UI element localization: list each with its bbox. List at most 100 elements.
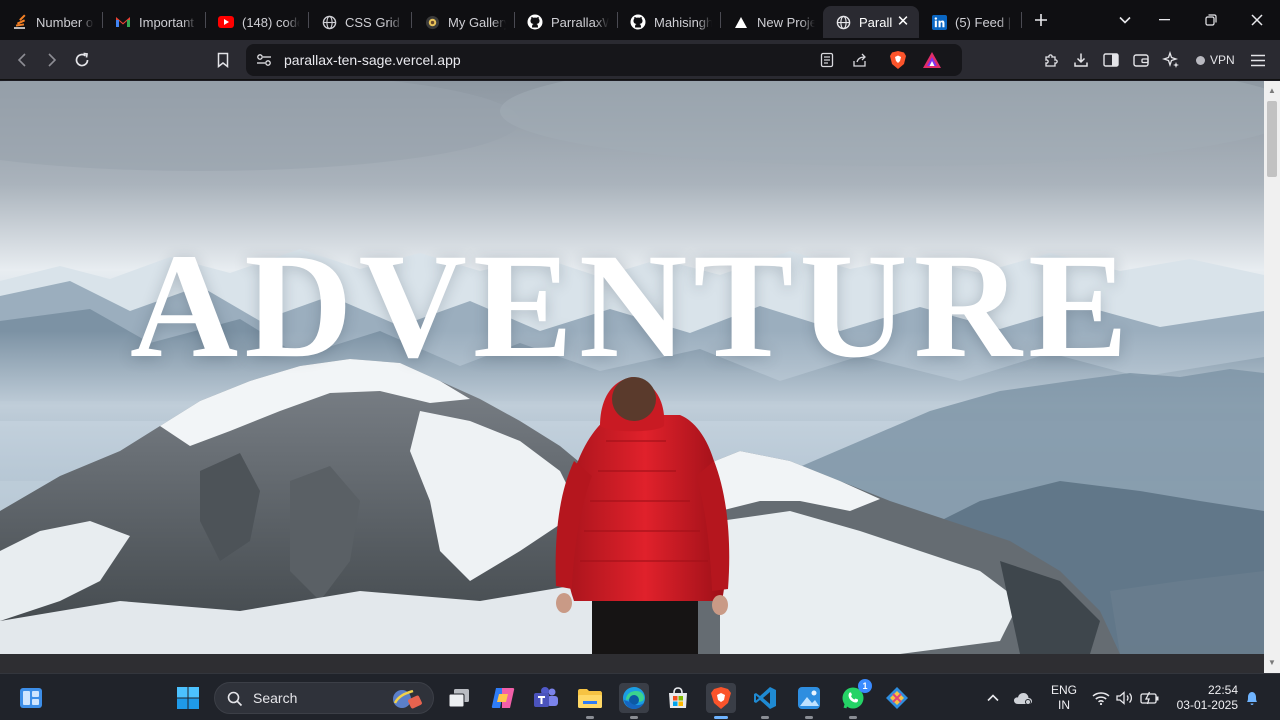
snipping-tool-icon [886,687,908,709]
bookmark-button[interactable] [209,46,237,74]
file-explorer-button[interactable] [575,683,605,719]
sidebar-button[interactable] [1097,46,1125,74]
hero-title: ADVENTURE [129,223,1135,389]
tab-title: Number of [36,14,94,30]
close-tab-icon[interactable]: ✕ [895,14,911,30]
reload-icon [75,52,89,67]
copilot-button[interactable] [488,683,518,713]
reload-button[interactable] [68,46,96,74]
scroll-up-arrow-icon[interactable]: ▲ [1267,86,1277,96]
arrow-right-icon [48,53,57,67]
clock-time: 22:54 [1207,683,1238,697]
notifications-button[interactable] [1240,683,1264,713]
start-button[interactable] [173,683,203,713]
tab-css-grid[interactable]: CSS Grid [309,6,411,38]
battery-status[interactable] [1138,683,1162,713]
folder-icon [578,689,602,708]
vercel-icon [733,14,749,30]
notification-badge: 1 [858,679,872,693]
vpn-button[interactable]: VPN [1190,48,1241,72]
gmail-icon [115,14,131,30]
search-label: Search [253,690,298,706]
running-indicator [586,716,594,719]
brave-browser-button[interactable] [706,683,736,719]
vertical-scrollbar[interactable]: ▲ ▼ [1264,81,1280,673]
widgets-button[interactable] [16,683,46,713]
gallery-icon [424,14,440,30]
clock[interactable]: 22:54 03-01-2025 [1168,683,1238,713]
globe-icon [835,14,851,30]
tab-parallax-active[interactable]: Parall ✕ [823,6,919,38]
show-hidden-icons-button[interactable] [980,683,1006,713]
back-button[interactable] [8,46,36,74]
tab-stack-overflow[interactable]: Number of [0,6,102,38]
download-icon [1074,53,1088,67]
address-bar[interactable]: parallax-ten-sage.vercel.app [246,44,962,76]
main-menu-button[interactable] [1244,46,1272,74]
teams-icon [534,687,558,707]
language-indicator[interactable]: ENG IN [1046,683,1082,713]
leo-ai-button[interactable] [1157,46,1185,74]
region-code: IN [1058,698,1070,712]
onedrive-button[interactable] [1010,683,1036,713]
microsoft-store-button[interactable] [663,683,693,713]
brave-rewards-icon[interactable] [922,51,942,74]
search-highlight-icon [389,687,425,714]
brave-shields-icon[interactable] [889,50,907,75]
reader-mode-icon[interactable] [820,52,834,73]
task-view-button[interactable] [444,683,474,713]
minimize-button[interactable] [1142,0,1188,40]
tab-linkedin[interactable]: (5) Feed | [919,6,1021,38]
tab-vercel-new-project[interactable]: New Proje [721,6,823,38]
wifi-icon [1092,692,1110,705]
volume-status[interactable] [1114,683,1136,713]
close-window-button[interactable] [1234,0,1280,40]
new-tab-button[interactable] [1024,4,1058,36]
browser-window: { "browser": { "tabs": [ {"title": "Numb… [0,0,1280,720]
whatsapp-button[interactable]: 1 [838,679,872,719]
tab-github-mahisingh[interactable]: Mahisingh [618,6,720,38]
brave-icon [711,687,731,709]
teams-button[interactable] [531,683,561,713]
tab-title: My Gallery [448,14,506,30]
tab-strip: Number of Important (148) code CSS Grid … [0,0,1280,40]
youtube-icon [218,14,234,30]
globe-icon [321,14,337,30]
language-code: ENG [1050,683,1077,697]
wallet-button[interactable] [1127,46,1155,74]
tab-my-gallery[interactable]: My Gallery [412,6,514,38]
bookmark-icon [217,52,229,68]
tab-title: Parall [859,14,893,30]
tab-title: (148) code [242,14,300,30]
tab-youtube[interactable]: (148) code [206,6,308,38]
tab-github-parallax[interactable]: ParrallaxW [515,6,617,38]
restore-button[interactable] [1188,0,1234,40]
vscode-button[interactable] [750,683,780,719]
active-indicator [714,716,728,719]
extensions-button[interactable] [1037,46,1065,74]
tab-title: (5) Feed | [955,14,1012,30]
tab-title: Mahisingh [654,14,712,30]
edge-icon [623,687,645,709]
scroll-down-arrow-icon[interactable]: ▼ [1267,658,1277,668]
taskbar-search-box[interactable]: Search [214,682,434,714]
running-indicator [630,716,638,719]
widgets-icon [20,688,42,708]
tab-gmail[interactable]: Important [103,6,205,38]
snipping-tool-button[interactable] [882,683,912,713]
wifi-status[interactable] [1090,683,1112,713]
forward-button[interactable] [38,46,66,74]
site-settings-icon[interactable] [256,53,272,72]
chevron-up-icon [987,694,999,702]
scrollbar-thumb[interactable] [1267,101,1277,177]
downloads-button[interactable] [1067,46,1095,74]
minimize-icon [1159,19,1170,21]
share-icon[interactable] [852,52,868,73]
url-text[interactable]: parallax-ten-sage.vercel.app [284,44,461,76]
tab-title: Important [139,14,194,30]
tab-title: ParrallaxW [551,14,609,30]
tab-title: New Proje [757,14,815,30]
page-bottom-strip [0,654,1264,673]
edge-button[interactable] [619,683,649,719]
photos-button[interactable] [794,683,824,719]
